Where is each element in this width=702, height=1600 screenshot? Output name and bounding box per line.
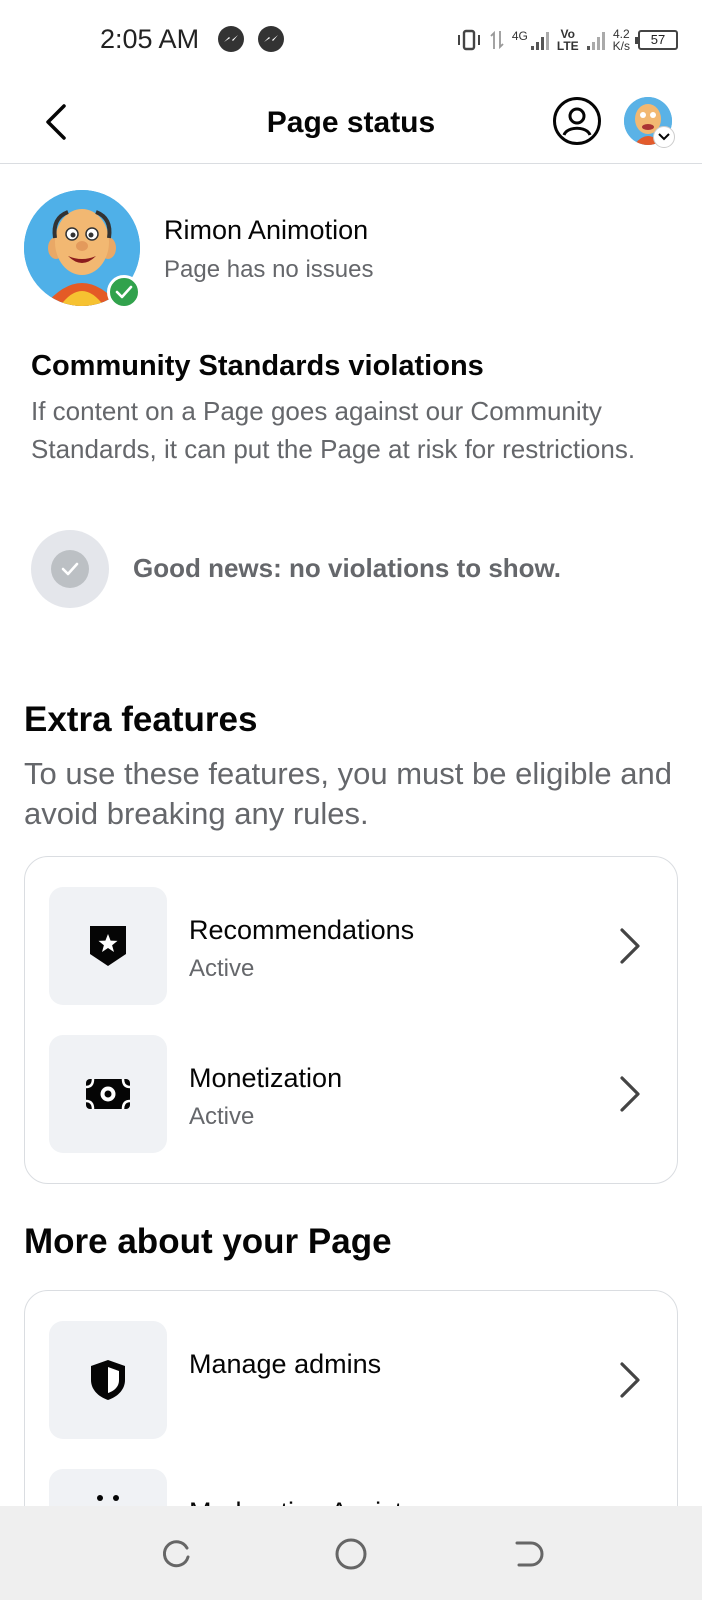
- community-standards-title: Community Standards violations: [31, 350, 484, 382]
- vibrate-icon: [457, 29, 480, 51]
- person-icon: [562, 107, 592, 136]
- signal-bars-icon: [586, 30, 605, 50]
- home-circle-icon: [335, 1538, 367, 1570]
- signal-bars-icon: [530, 30, 549, 50]
- more-about-title: More about your Page: [24, 1222, 392, 1261]
- status-bar: 2:05 AM 4G Vo LTE 4.2 K/s 57: [0, 0, 702, 80]
- monetization-status: Active: [189, 1103, 255, 1130]
- profile-button[interactable]: [553, 97, 601, 145]
- battery-icon: 57: [635, 30, 678, 50]
- chevron-right-icon: [615, 1360, 645, 1400]
- page-status-text: Page has no issues: [164, 256, 374, 283]
- home-button[interactable]: [331, 1534, 371, 1574]
- messenger-notification-icon: [218, 26, 244, 52]
- chevron-right-icon: [615, 926, 645, 966]
- monetization-icon-box: [49, 1035, 167, 1153]
- system-nav-bar: [0, 1506, 702, 1600]
- moderation-icon: [97, 1495, 119, 1501]
- signal-4g: 4G: [512, 30, 549, 50]
- recommendations-row[interactable]: Recommendations Active: [25, 887, 677, 1005]
- recent-apps-icon: [162, 1540, 190, 1568]
- shield-star-icon: [90, 926, 126, 966]
- extra-features-title: Extra features: [24, 700, 258, 739]
- no-violations-text: Good news: no violations to show.: [133, 553, 562, 583]
- community-standards-description: If content on a Page goes against our Co…: [31, 396, 636, 464]
- switcher-chevron-icon[interactable]: [653, 126, 675, 148]
- page-name: Rimon Animotion: [164, 215, 369, 245]
- money-icon: [85, 1078, 131, 1110]
- monetization-row[interactable]: Monetization Active: [25, 1035, 677, 1153]
- extra-features-card: Recommendations Active Monetization Acti…: [24, 856, 678, 1184]
- recommendations-title: Recommendations: [189, 915, 415, 945]
- data-transfer-icon: [490, 30, 504, 50]
- manage-admins-icon-box: [49, 1321, 167, 1439]
- recommendations-status: Active: [189, 955, 255, 982]
- back-nav-icon: [515, 1541, 544, 1567]
- manage-admins-row[interactable]: Manage admins: [25, 1321, 677, 1439]
- manage-admins-title: Manage admins: [189, 1349, 382, 1379]
- recommendations-icon-box: [49, 887, 167, 1005]
- no-violations-icon: [31, 530, 109, 608]
- chevron-right-icon: [615, 1074, 645, 1114]
- status-indicators: 4G Vo LTE 4.2 K/s 57: [456, 22, 678, 58]
- app-header: Page status: [0, 80, 702, 164]
- shield-icon: [91, 1360, 125, 1400]
- status-time: 2:05 AM: [100, 24, 200, 54]
- back-nav-button[interactable]: [508, 1534, 548, 1574]
- verified-check-icon: [107, 275, 141, 309]
- messenger-notification-icon: [258, 26, 284, 52]
- recent-apps-button[interactable]: [156, 1534, 196, 1574]
- network-speed: 4.2 K/s: [612, 27, 630, 53]
- extra-features-description: To use these features, you must be eligi…: [24, 756, 672, 831]
- volte-indicator: Vo LTE: [556, 27, 579, 53]
- monetization-title: Monetization: [189, 1063, 343, 1093]
